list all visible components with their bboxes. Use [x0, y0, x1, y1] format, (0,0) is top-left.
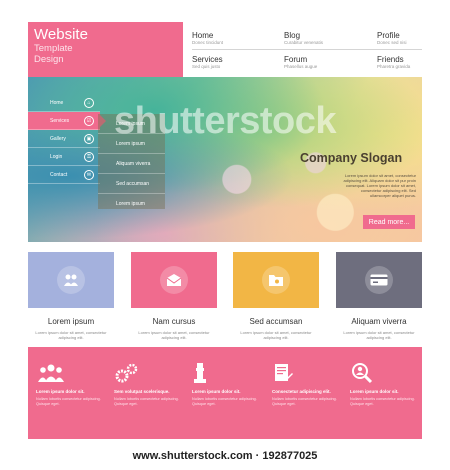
- submenu-item[interactable]: Sed accumsan: [98, 174, 165, 194]
- nav-item-profile[interactable]: Profile Donec sed nisi: [377, 31, 407, 46]
- band-text: Nullam lobortis consectetur adipiscing. …: [272, 397, 337, 406]
- submenu-item[interactable]: Lorem ipsum: [98, 194, 165, 214]
- nav-title: Friends: [377, 55, 404, 64]
- nav-item-blog[interactable]: Blog Curabitur venenatis: [284, 31, 323, 46]
- envelope-icon: [160, 266, 188, 294]
- nav-title: Blog: [284, 31, 301, 40]
- page: Website Template Design Home Donec tinci…: [0, 0, 450, 470]
- band-item-2[interactable]: Sem volutpat scelerisque. Nullam loborti…: [114, 361, 180, 407]
- read-more-button[interactable]: Read more...: [363, 215, 415, 229]
- band-title: Lorem ipsum dolor sit.: [192, 389, 241, 394]
- folder-icon: [262, 266, 290, 294]
- features-band: Lorem ipsum dolor sit. Nullam lobortis c…: [28, 347, 422, 439]
- band-title: Lorem ipsum dolor sit.: [350, 389, 399, 394]
- band-title: Lorem ipsum dolor sit.: [36, 389, 85, 394]
- feature-title: Sed accumsan: [249, 317, 303, 326]
- band-text: Nullam lobortis consectetur adipiscing. …: [36, 397, 101, 406]
- side-menu-item-login[interactable]: Login ⚿: [28, 148, 100, 166]
- nav-item-forum[interactable]: Forum Phasellus augue: [284, 55, 317, 70]
- band-item-1[interactable]: Lorem ipsum dolor sit. Nullam lobortis c…: [36, 361, 102, 407]
- feature-text: Lorem ipsum dolor sit amet, consectetur …: [240, 330, 312, 340]
- logo-block[interactable]: Website Template Design: [28, 22, 183, 77]
- nav-divider: [192, 49, 422, 50]
- band-item-5[interactable]: Lorem ipsum dolor sit. Nullam lobortis c…: [350, 361, 416, 407]
- feature-text: Lorem ipsum dolor sit amet, consectetur …: [343, 330, 415, 340]
- feature-tile[interactable]: [233, 252, 319, 308]
- feature-tile[interactable]: [131, 252, 217, 308]
- slogan-description: Lorem ipsum dolor sit amet, consectetur …: [343, 173, 416, 198]
- nav-title: Home: [192, 31, 214, 40]
- band-item-3[interactable]: Lorem ipsum dolor sit. Nullam lobortis c…: [192, 361, 258, 407]
- nav-subtitle: Sed quis justo: [192, 64, 221, 69]
- feature-title: Lorem ipsum: [47, 317, 95, 326]
- feature-title: Aliquam viverra: [351, 317, 407, 326]
- side-menu-label: Contact: [50, 171, 68, 178]
- nav-subtitle: Curabitur venenatis: [284, 40, 324, 45]
- feature-card-3[interactable]: Sed accumsan Lorem ipsum dolor sit amet,…: [233, 252, 319, 340]
- side-menu-item-contact[interactable]: Contact ✉: [28, 166, 100, 184]
- company-slogan: Company Slogan: [300, 151, 403, 165]
- nav-title: Profile: [377, 31, 400, 40]
- logo-subtitle-line-2: Design: [34, 54, 64, 65]
- nav-subtitle: Donec tincidunt: [192, 40, 224, 45]
- feature-card-4[interactable]: Aliquam viverra Lorem ipsum dolor sit am…: [336, 252, 422, 340]
- nav-subtitle: Pharetra gravida: [377, 64, 411, 69]
- team-icon: [36, 361, 102, 385]
- feature-tile[interactable]: [336, 252, 422, 308]
- nav-title: Forum: [284, 55, 308, 64]
- credit-card-icon: [365, 266, 393, 294]
- band-text: Nullam lobortis consectetur adipiscing. …: [192, 397, 257, 406]
- band-title: Consectetur adipiscing elit.: [272, 389, 331, 394]
- feature-tile[interactable]: [28, 252, 114, 308]
- feature-card-2[interactable]: Nam cursus Lorem ipsum dolor sit amet, c…: [131, 252, 217, 340]
- feature-title: Nam cursus: [152, 317, 196, 326]
- nav-subtitle: Phasellus augue: [284, 64, 318, 69]
- footer-url: www.shutterstock.com · 192877025: [132, 450, 318, 462]
- search-user-icon: [350, 361, 416, 385]
- nav-item-services[interactable]: Services Sed quis justo: [192, 55, 223, 70]
- watermark: shutterstock: [113, 100, 337, 142]
- feature-card-1[interactable]: Lorem ipsum Lorem ipsum dolor sit amet, …: [28, 252, 114, 340]
- submenu-item[interactable]: Aliquam viverra: [98, 154, 165, 174]
- feature-text: Lorem ipsum dolor sit amet, consectetur …: [138, 330, 210, 340]
- logo-subtitle-line-1: Template: [34, 43, 73, 54]
- gears-icon: [114, 361, 180, 385]
- side-menu-label: Login: [50, 153, 63, 160]
- band-text: Nullam lobortis consectetur adipiscing. …: [114, 397, 179, 406]
- mail-icon: ✉: [84, 170, 94, 180]
- users-icon: [57, 266, 85, 294]
- band-item-4[interactable]: Consectetur adipiscing elit. Nullam lobo…: [272, 361, 338, 407]
- nav-item-friends[interactable]: Friends Pharetra gravida: [377, 55, 410, 70]
- band-title: Sem volutpat scelerisque.: [114, 389, 170, 394]
- nav-subtitle: Donec sed nisi: [377, 40, 407, 45]
- nav-title: Services: [192, 55, 223, 64]
- key-icon: ⚿: [84, 152, 94, 162]
- band-text: Nullam lobortis consectetur adipiscing. …: [350, 397, 415, 406]
- feature-text: Lorem ipsum dolor sit amet, consectetur …: [35, 330, 107, 340]
- chess-icon: [192, 361, 258, 385]
- logo-title: Website: [34, 26, 88, 43]
- document-icon: [272, 361, 338, 385]
- nav-item-home[interactable]: Home Donec tincidunt: [192, 31, 223, 46]
